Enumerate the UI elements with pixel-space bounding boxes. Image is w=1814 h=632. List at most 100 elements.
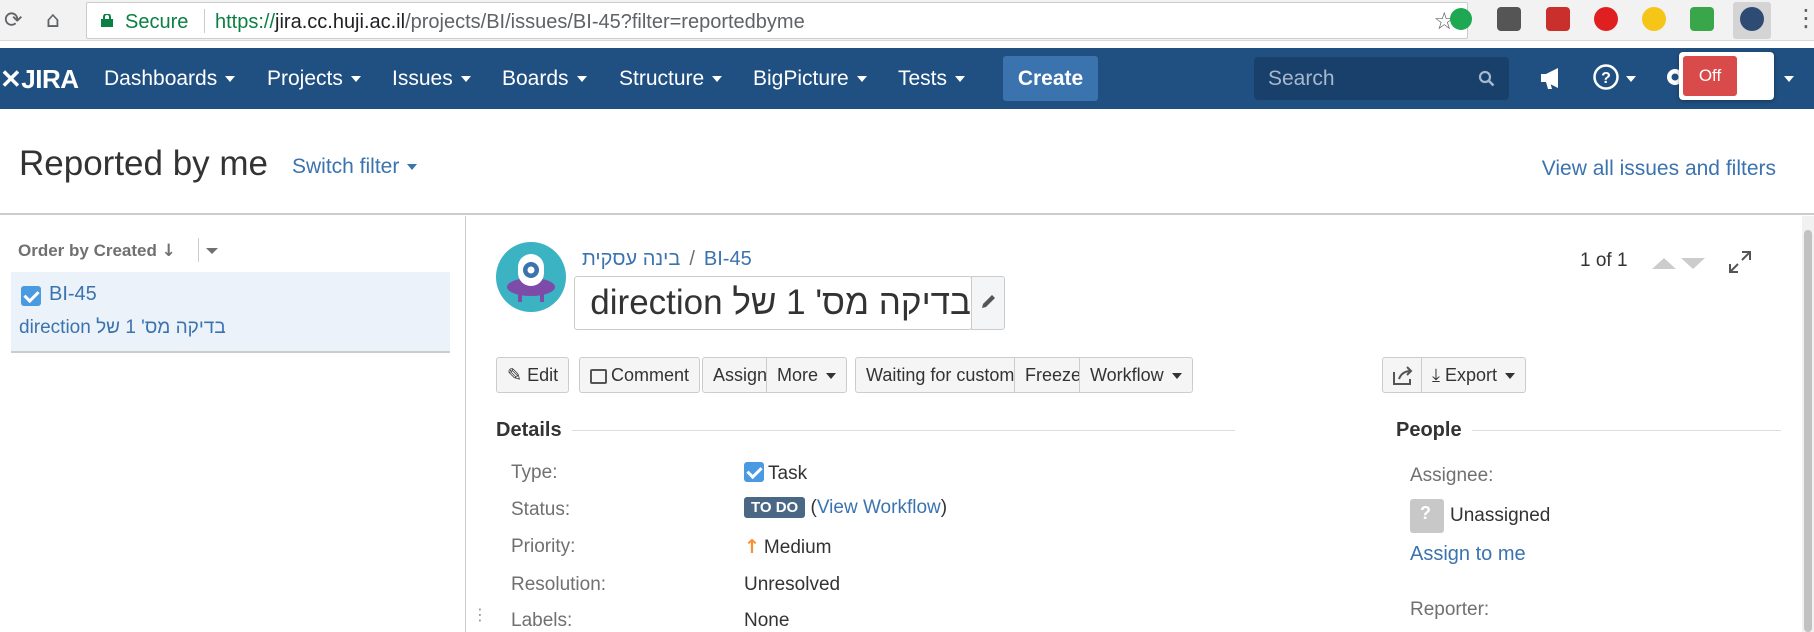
export-label: Export: [1444, 365, 1498, 385]
nav-issues-label: Issues: [392, 67, 453, 90]
browser-menu-icon[interactable]: ⋮: [1794, 4, 1814, 32]
assign-to-me-link[interactable]: Assign to me: [1410, 543, 1526, 566]
profile-chevron-icon[interactable]: [1784, 76, 1794, 82]
arrow-down-icon: ↓: [161, 241, 176, 261]
workflow-button[interactable]: Workflow: [1079, 357, 1193, 393]
priority-medium-icon: ↑: [744, 536, 760, 558]
type-label: Type:: [511, 462, 558, 483]
help-chevron-icon[interactable]: [1626, 76, 1636, 82]
alien-robot-icon: [507, 254, 555, 302]
megaphone-icon[interactable]: [1538, 65, 1566, 91]
nav-issues[interactable]: Issues: [392, 67, 471, 91]
book-extension-icon[interactable]: [1546, 7, 1570, 31]
lightbulb-extension-icon[interactable]: [1497, 7, 1521, 31]
details-divider: [572, 430, 1235, 431]
address-divider: [204, 9, 205, 33]
more-button[interactable]: More: [766, 357, 848, 393]
svg-text:?: ?: [1601, 70, 1611, 87]
url-host: jira.cc.huji.ac.il: [275, 11, 406, 33]
issue-list-panel: Order by Created ↓ BI-45 בדיקה מס' 1 של …: [0, 216, 466, 632]
nav-structure[interactable]: Structure: [619, 67, 723, 91]
issue-summary-field[interactable]: בדיקה מס' 1 של direction: [574, 276, 972, 330]
status-value: TO DO (View Workflow): [744, 497, 947, 519]
secure-label: Secure: [125, 11, 189, 33]
priority-label: Priority:: [511, 536, 576, 557]
jira-top-nav: ✕JIRA Dashboards Projects Issues Boards …: [0, 48, 1814, 109]
project-avatar[interactable]: [496, 242, 566, 312]
comment-bubble-icon: [590, 368, 607, 384]
nav-projects-label: Projects: [267, 67, 343, 90]
nav-projects[interactable]: Projects: [267, 67, 361, 91]
view-workflow-link[interactable]: View Workflow: [817, 497, 941, 518]
priority-value: ↑ Medium: [744, 536, 832, 559]
comment-button[interactable]: Comment: [579, 357, 701, 393]
chevron-down-icon: [225, 76, 236, 83]
share-button[interactable]: [1382, 357, 1422, 393]
reload-icon[interactable]: ⟳: [4, 8, 22, 33]
scrollbar-thumb[interactable]: [1804, 230, 1812, 632]
search-icon[interactable]: [1478, 70, 1495, 87]
nav-dashboards[interactable]: Dashboards: [104, 67, 236, 91]
unknown-user-icon: ?: [1420, 503, 1431, 523]
edit-button[interactable]: ✎ Edit: [496, 357, 570, 393]
people-heading: People: [1396, 419, 1462, 441]
expand-icon[interactable]: [1728, 250, 1752, 274]
switch-filter-button[interactable]: Switch filter: [292, 155, 418, 179]
breadcrumb-issue-key[interactable]: BI-45: [704, 248, 752, 270]
nav-boards-label: Boards: [502, 67, 569, 90]
reporter-label: Reporter:: [1410, 599, 1490, 620]
avatar: ?: [1410, 499, 1444, 533]
status-label: Status:: [511, 499, 571, 520]
chevron-down-icon: [407, 164, 418, 171]
order-by-label: Order by Created: [18, 241, 157, 260]
browser-toolbar: ⟳ ⌂ Secure https://jira.cc.huji.ac.il/pr…: [0, 0, 1814, 41]
adblock-extension-icon[interactable]: [1594, 7, 1618, 31]
url-text[interactable]: https://jira.cc.huji.ac.il/projects/BI/i…: [215, 11, 805, 34]
priority-value-text: Medium: [763, 537, 832, 558]
workflow-label: Workflow: [1090, 365, 1164, 385]
view-all-issues-link[interactable]: View all issues and filters: [1542, 157, 1776, 181]
sheet-extension-icon[interactable]: [1690, 7, 1714, 31]
chevron-down-icon: [576, 76, 587, 83]
main-scrollbar[interactable]: [1802, 216, 1814, 632]
nav-tests-label: Tests: [898, 67, 948, 90]
details-heading: Details: [496, 419, 562, 441]
url-protocol: https://: [215, 11, 276, 33]
task-type-icon: [744, 462, 764, 482]
page-header: Reported by me Switch filter View all is…: [0, 109, 1814, 215]
pencil-icon: ✎: [507, 365, 523, 386]
hangouts-extension-icon[interactable]: [1450, 8, 1472, 30]
chevron-down-icon: [856, 76, 867, 83]
create-button[interactable]: Create: [1003, 56, 1098, 101]
help-icon[interactable]: ?: [1592, 63, 1622, 93]
extension-toggle[interactable]: Off: [1679, 52, 1774, 100]
address-bar[interactable]: Secure https://jira.cc.huji.ac.il/projec…: [86, 2, 1468, 39]
edit-summary-button[interactable]: [971, 276, 1005, 330]
nav-bigpicture[interactable]: BigPicture: [753, 67, 867, 91]
nav-boards[interactable]: Boards: [502, 67, 587, 91]
list-item[interactable]: BI-45 בדיקה מס' 1 של direction: [11, 272, 450, 353]
jira-logo[interactable]: ✕JIRA: [0, 64, 79, 95]
issue-pager-count: 1 of 1: [1580, 250, 1628, 271]
labels-value: None: [744, 610, 790, 631]
comment-label: Comment: [611, 365, 690, 385]
order-options-chevron-icon[interactable]: [206, 248, 218, 254]
home-icon[interactable]: ⌂: [46, 8, 60, 33]
moon-extension-icon[interactable]: [1642, 7, 1666, 31]
chevron-down-icon: [350, 76, 361, 83]
assignee-value-text: Unassigned: [1450, 505, 1551, 527]
eye-extension-icon[interactable]: [1740, 7, 1764, 31]
order-by-button[interactable]: Order by Created ↓: [18, 241, 176, 261]
next-issue-icon[interactable]: [1681, 258, 1705, 269]
previous-issue-icon[interactable]: [1652, 258, 1676, 269]
nav-tests[interactable]: Tests: [898, 67, 966, 91]
search-input[interactable]: [1254, 57, 1474, 100]
logo-text: JIRA: [21, 64, 79, 94]
resolution-label: Resolution:: [511, 574, 607, 595]
chevron-down-icon: [826, 373, 837, 380]
export-button[interactable]: ⤓ Export: [1421, 357, 1527, 393]
order-by-divider: [198, 238, 199, 262]
panel-resize-handle-icon[interactable]: ⋮: [472, 605, 488, 624]
breadcrumb-project[interactable]: בינה עסקית: [582, 248, 680, 270]
chevron-down-icon: [1171, 373, 1182, 380]
